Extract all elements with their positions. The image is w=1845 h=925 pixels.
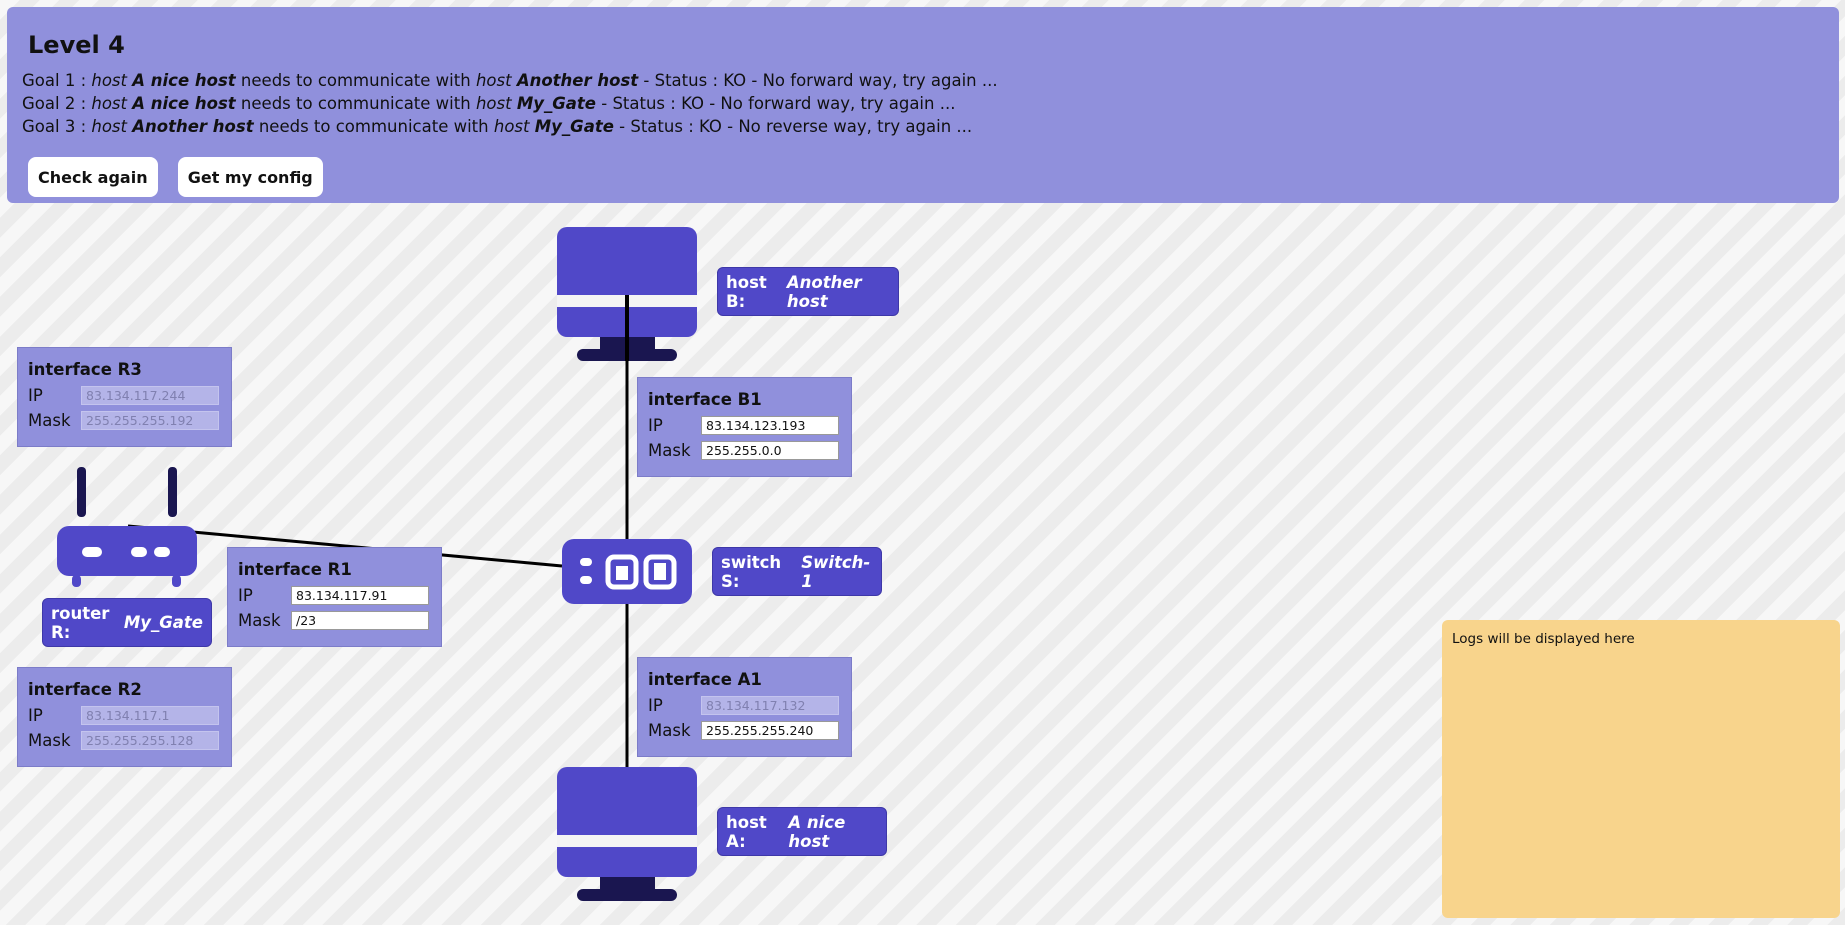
ip-label: IP bbox=[28, 706, 43, 725]
switch-icon[interactable] bbox=[562, 539, 692, 604]
router-icon[interactable] bbox=[57, 467, 197, 587]
interface-a1-mask-input[interactable] bbox=[701, 721, 839, 740]
logs-text: Logs will be displayed here bbox=[1452, 631, 1635, 647]
logs-panel: Logs will be displayed here bbox=[1442, 620, 1840, 918]
ip-label: IP bbox=[238, 586, 253, 605]
interface-a1-title: interface A1 bbox=[648, 670, 762, 689]
check-again-button[interactable]: Check again bbox=[28, 157, 158, 197]
interface-a1-panel: interface A1 IP Mask bbox=[637, 657, 852, 757]
host-a-label[interactable]: host A: A nice host bbox=[717, 807, 887, 856]
interface-r1-ip-input[interactable] bbox=[291, 586, 429, 605]
interface-b1-mask-input[interactable] bbox=[701, 441, 839, 460]
ip-label: IP bbox=[28, 386, 43, 405]
goal-line-3: Goal 3 : host Another host needs to comm… bbox=[22, 117, 973, 136]
host-b-label[interactable]: host B: Another host bbox=[717, 267, 899, 316]
goals-panel: Level 4 Goal 1 : host A nice host needs … bbox=[7, 7, 1839, 203]
interface-r3-mask-input bbox=[81, 411, 219, 430]
ip-label: IP bbox=[648, 696, 663, 715]
interface-r3-title: interface R3 bbox=[28, 360, 142, 379]
interface-r1-panel: interface R1 IP Mask bbox=[227, 547, 442, 647]
mask-label: Mask bbox=[28, 411, 71, 430]
mask-label: Mask bbox=[648, 441, 691, 460]
button-row: Check again Get my config bbox=[28, 157, 1823, 197]
computer-icon[interactable] bbox=[557, 227, 697, 361]
get-config-button[interactable]: Get my config bbox=[177, 157, 323, 197]
mask-label: Mask bbox=[648, 721, 691, 740]
goal-line-2: Goal 2 : host A nice host needs to commu… bbox=[22, 94, 956, 113]
level-title: Level 4 bbox=[28, 31, 125, 59]
ip-label: IP bbox=[648, 416, 663, 435]
interface-a1-ip-input bbox=[701, 696, 839, 715]
computer-icon[interactable] bbox=[557, 767, 697, 901]
mask-label: Mask bbox=[238, 611, 281, 630]
interface-b1-panel: interface B1 IP Mask bbox=[637, 377, 852, 477]
switch-s-label[interactable]: switch S: Switch-1 bbox=[712, 547, 882, 596]
router-r-label[interactable]: router R: My_Gate bbox=[42, 598, 212, 647]
interface-r1-title: interface R1 bbox=[238, 560, 352, 579]
interface-b1-ip-input[interactable] bbox=[701, 416, 839, 435]
interface-r3-panel: interface R3 IP Mask bbox=[17, 347, 232, 447]
goal-line-1: Goal 1 : host A nice host needs to commu… bbox=[22, 71, 998, 90]
interface-b1-title: interface B1 bbox=[648, 390, 762, 409]
mask-label: Mask bbox=[28, 731, 71, 750]
interface-r3-ip-input bbox=[81, 386, 219, 405]
interface-r2-ip-input bbox=[81, 706, 219, 725]
interface-r2-mask-input bbox=[81, 731, 219, 750]
interface-r2-panel: interface R2 IP Mask bbox=[17, 667, 232, 767]
interface-r1-mask-input[interactable] bbox=[291, 611, 429, 630]
interface-r2-title: interface R2 bbox=[28, 680, 142, 699]
